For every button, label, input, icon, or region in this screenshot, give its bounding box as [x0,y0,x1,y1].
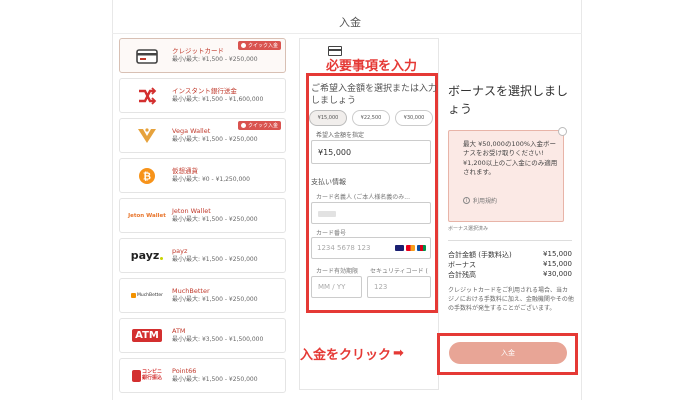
payment-method-jeton[interactable]: Jeton Wallet Jeton Wallet 最小/最大: ¥1,500 … [119,198,286,233]
amount-select-label: ご希望入金額を選択または入力しましょう [311,84,438,107]
card-number-placeholder: 1234 5678 123 [317,244,371,252]
jcb-icon [417,245,426,251]
jeton-icon: Jeton Wallet [128,212,166,219]
bonus-selected-note: ボーナス選択済み [448,226,489,232]
amount-chip-15000[interactable]: ¥15,000 [309,110,347,126]
visa-icon [395,245,404,251]
bonus-check-icon[interactable] [558,127,567,136]
payment-method-crypto[interactable]: ₿ 仮想通貨 最小/最大: ¥0 - ¥1,250,000 [119,158,286,193]
terms-link[interactable]: i 利用規約 [463,196,497,205]
payment-method-range: 最小/最大: ¥1,500 - ¥250,000 [172,135,258,143]
cvc-label: セキュリティコード ( [370,268,428,275]
cardholder-input[interactable] [311,202,431,224]
payment-method-muchbetter[interactable]: MuchBetter MuchBetter 最小/最大: ¥1,500 - ¥2… [119,278,286,313]
summary-row-total: 合計金額 (手数料込) ¥15,000 [448,250,572,259]
expiry-input[interactable]: MM / YY [311,276,362,298]
cardholder-label: カード名義人 (ご本人様名義のみ... [316,194,410,201]
payment-method-point66[interactable]: コンビニ 銀行振込 Point66 最小/最大: ¥1,500 - ¥250,0… [119,358,286,393]
payment-method-name: Jeton Wallet [172,207,211,216]
atm-icon: ATM [126,323,168,349]
fee-disclaimer: クレジットカードをご利用される場合、当カジノにおける手数料に加え、金融機関やその… [448,287,574,312]
payment-method-payz[interactable]: payz payz 最小/最大: ¥1,500 - ¥250,000 [119,238,286,273]
payment-method-name: MuchBetter [172,287,210,296]
muchbetter-icon: MuchBetter [126,283,168,309]
payment-method-name: インスタント銀行送金 [172,87,237,96]
bonus-title: ボーナスを選択しましょう [448,84,569,116]
payment-method-range: 最小/最大: ¥1,500 - ¥250,000 [172,295,258,303]
payment-method-atm[interactable]: ATM ATM 最小/最大: ¥3,500 - ¥1,500,000 [119,318,286,353]
bitcoin-icon: ₿ [126,163,168,189]
amount-input[interactable]: ¥15,000 [311,140,431,164]
amount-chip-group: ¥15,000 ¥22,500 ¥30,000 [309,110,433,126]
mastercard-icon [406,245,415,251]
payment-method-name: 仮想通貨 [172,167,198,176]
card-brand-icons [395,245,426,251]
annotation-fill-required: 必要事項を入力 [326,59,418,74]
payment-method-vega-wallet[interactable]: Vega Wallet 最小/最大: ¥1,500 - ¥250,000 クイッ… [119,118,286,153]
page-title: 入金 [339,16,361,29]
credit-card-icon [126,43,168,69]
deposit-button[interactable]: 入金 [449,342,567,364]
expiry-label: カード有効期限 [316,268,359,275]
payment-method-name: ATM [172,327,186,336]
payment-method-instant-bank[interactable]: インスタント銀行送金 最小/最大: ¥1,500 - ¥1,600,000 [119,78,286,113]
payment-method-name: payz [172,247,188,256]
summary-divider [448,240,572,241]
amount-chip-30000[interactable]: ¥30,000 [395,110,433,126]
svg-text:₿: ₿ [143,170,151,182]
payment-method-range: 最小/最大: ¥1,500 - ¥250,000 [172,375,258,383]
summary-row-balance: 合計残高 ¥30,000 [448,270,572,279]
payment-method-range: 最小/最大: ¥1,500 - ¥1,600,000 [172,95,264,103]
summary-row-bonus: ボーナス ¥15,000 [448,260,572,269]
quick-deposit-badge: クイック入金 [237,121,281,130]
payment-method-credit-card[interactable]: クレジットカード 最小/最大: ¥1,500 - ¥250,000 クイック入金 [119,38,286,73]
payment-method-name: Point66 [172,367,197,376]
custom-amount-label: 希望入金額を指定 [316,132,365,139]
vega-wallet-icon [126,123,168,149]
payment-info-label: 支払い情報 [311,178,346,186]
payment-method-list: クレジットカード 最小/最大: ¥1,500 - ¥250,000 クイック入金… [119,38,286,398]
payment-method-range: 最小/最大: ¥1,500 - ¥250,000 [172,215,258,223]
amount-chip-22500[interactable]: ¥22,500 [352,110,390,126]
instant-bank-icon [126,83,168,109]
payment-method-range: 最小/最大: ¥0 - ¥1,250,000 [172,175,250,183]
point66-icon: コンビニ 銀行振込 [126,363,168,389]
info-icon: i [463,197,470,204]
redacted-text [318,211,336,217]
payz-icon: payz [126,243,168,269]
payment-method-range: 最小/最大: ¥1,500 - ¥250,000 [172,55,258,63]
annotation-click-deposit: 入金をクリック ➡ [300,346,404,363]
cvc-input[interactable]: 123 [367,276,431,298]
card-number-label: カード番号 [316,230,347,237]
arrow-right-icon: ➡ [393,346,404,361]
payment-method-range: 最小/最大: ¥3,500 - ¥1,500,000 [172,335,264,343]
payment-method-range: 最小/最大: ¥1,500 - ¥250,000 [172,255,258,263]
card-number-input[interactable]: 1234 5678 123 [311,237,431,259]
quick-deposit-badge: クイック入金 [237,41,281,50]
title-divider [112,33,582,34]
bonus-description: 最大 ¥50,000の100%入金ボーナスをお受け取りください! ¥1,200以… [463,140,558,177]
